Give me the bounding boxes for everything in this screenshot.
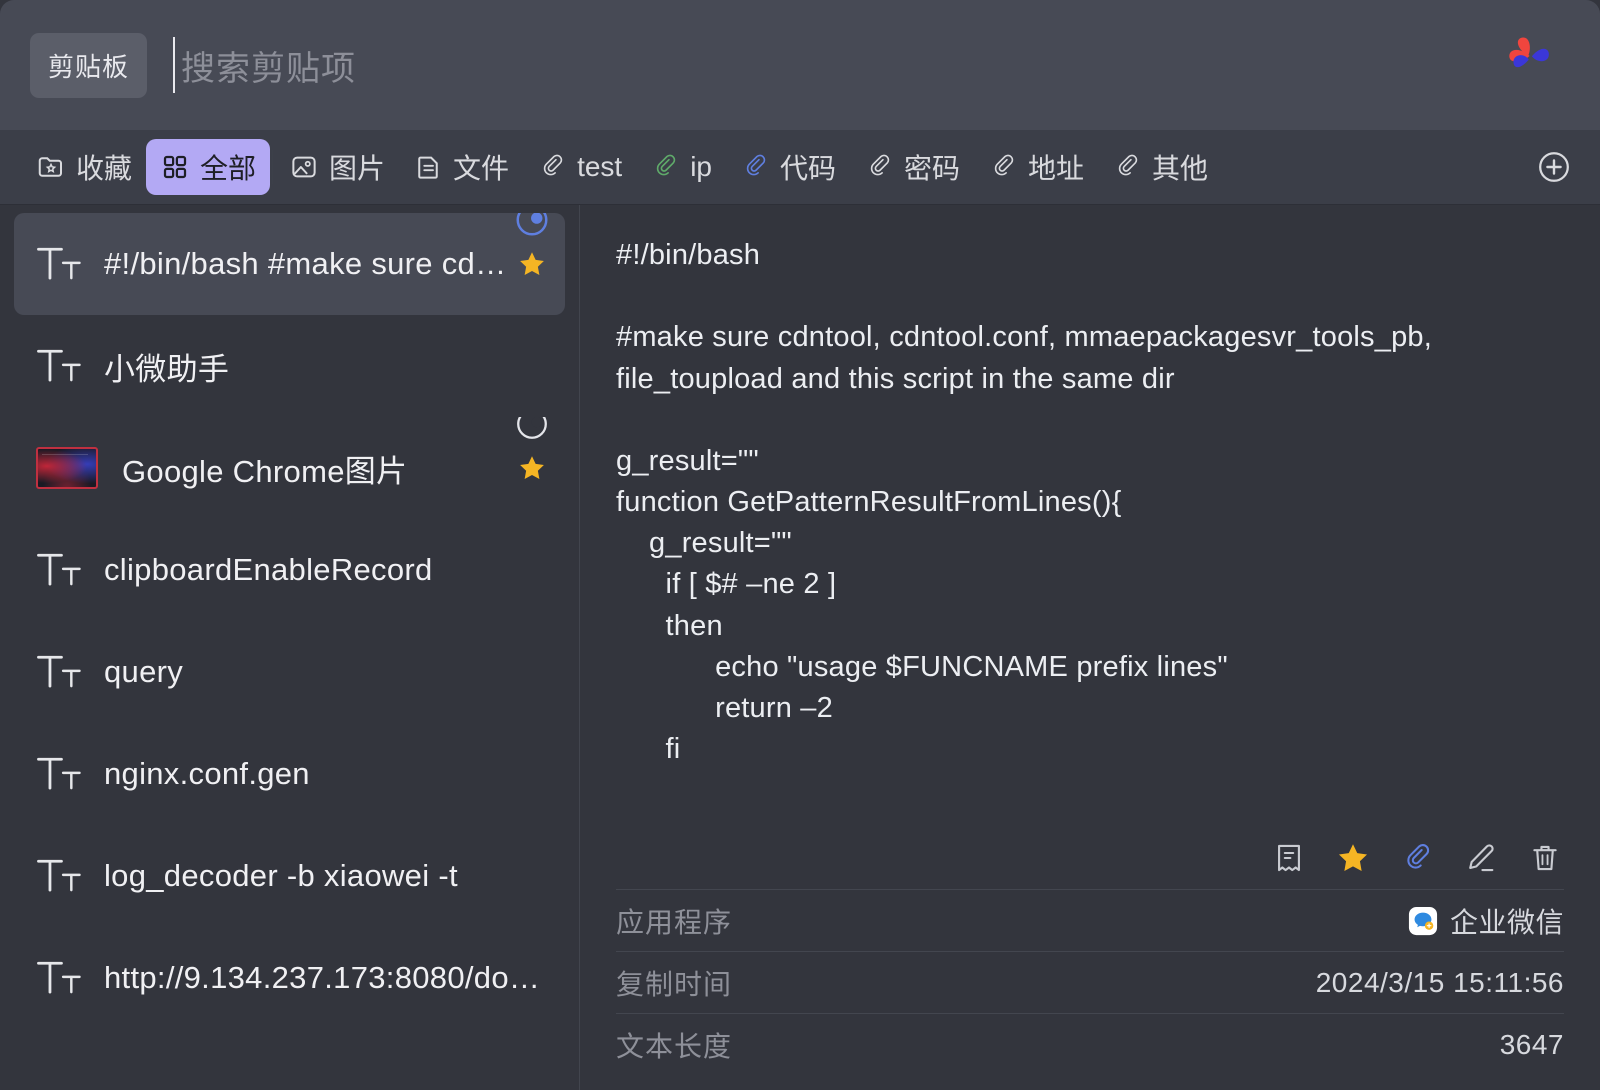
tab-ip[interactable]: ip <box>636 143 726 191</box>
app-badge-icon <box>516 213 548 236</box>
image-icon <box>292 156 316 178</box>
text-type-icon <box>37 758 81 790</box>
text-type-icon <box>37 248 81 280</box>
list-item[interactable]: Google Chrome图片 <box>14 417 565 519</box>
clipboard-badge: 剪贴板 <box>30 32 148 98</box>
wecom-icon <box>1408 906 1438 935</box>
list-item[interactable]: #!/bin/bash #make sure cdntool… <box>14 213 565 315</box>
metadata-key: 复制时间 <box>616 968 733 1000</box>
tab-label: 图片 <box>329 153 386 184</box>
list-item-label: nginx.conf.gen <box>104 756 310 791</box>
metadata-key: 文本长度 <box>616 1031 733 1062</box>
list-item[interactable]: clipboardEnableRecord <box>14 519 565 621</box>
list-item-label: log_decoder -b xiaowei -t <box>104 858 458 893</box>
list-item[interactable]: 小微助手 <box>14 315 565 417</box>
text-type-icon <box>37 860 81 892</box>
plus-circle-icon[interactable] <box>1536 149 1572 185</box>
app-logo-icon <box>1509 37 1549 68</box>
clipboard-content-text[interactable]: #!/bin/bash #make sure cdntool, cdntool.… <box>580 205 1600 827</box>
text-type-icon <box>37 656 81 688</box>
paperclip-icon <box>1118 154 1138 176</box>
metadata-key: 应用程序 <box>616 906 733 938</box>
metadata-row-copy-time: 复制时间 2024/3/15 15:11:56 <box>616 952 1564 1014</box>
search-placeholder: 搜索剪贴项 <box>181 49 357 88</box>
window-header: 剪贴板 搜索剪贴项 <box>0 0 1600 130</box>
grid-icon <box>163 155 187 179</box>
list-item-label: http://9.134.237.173:8080/download <box>104 960 547 995</box>
paperclip-icon <box>657 154 676 176</box>
image-thumbnail <box>36 447 98 489</box>
folder-star-icon <box>38 157 62 177</box>
file-icon <box>418 156 438 179</box>
metadata-value: 2024/3/15 15:11:56 <box>1315 966 1564 998</box>
star-icon[interactable] <box>517 249 547 279</box>
tab-label: 密码 <box>904 153 961 184</box>
list-item[interactable]: nginx.conf.gen <box>14 723 565 825</box>
paperclip-icon <box>746 154 766 176</box>
tab-images[interactable]: 图片 <box>275 139 399 195</box>
tab-label: 其他 <box>1152 153 1209 184</box>
list-item[interactable]: query <box>14 621 565 723</box>
list-item[interactable]: http://9.134.237.173:8080/download <box>14 927 565 1029</box>
tab-label: 代码 <box>780 153 837 184</box>
tab-all[interactable]: 全部 <box>146 139 271 195</box>
trash-icon[interactable] <box>1528 841 1562 875</box>
tab-password[interactable]: 密码 <box>850 139 974 195</box>
tab-divider <box>272 150 274 184</box>
clipboard-manager-window: 剪贴板 搜索剪贴项 收藏 全部 图片 文件 test ip 代码 密码 地址 其… <box>0 0 1600 1090</box>
list-item-label: 小微助手 <box>104 351 230 387</box>
star-icon[interactable] <box>1336 841 1370 875</box>
list-item-label: #!/bin/bash #make sure cdntool… <box>104 246 507 281</box>
tab-label: 地址 <box>1028 153 1085 184</box>
list-item-label: Google Chrome图片 <box>122 453 408 489</box>
list-item[interactable]: log_decoder -b xiaowei -t <box>14 825 565 927</box>
detail-panel: #!/bin/bash #make sure cdntool, cdntool.… <box>580 205 1600 1090</box>
star-icon[interactable] <box>517 453 547 483</box>
metadata-row-application: 应用程序 企业微信 <box>616 890 1564 952</box>
main-body: #!/bin/bash #make sure cdntool… 小微助手 <box>0 205 1600 1090</box>
text-type-icon <box>37 350 81 382</box>
tab-other[interactable]: 其他 <box>1098 139 1222 195</box>
tab-favorites[interactable]: 收藏 <box>22 139 146 195</box>
tab-label: 全部 <box>200 153 257 184</box>
pencil-icon[interactable] <box>1464 841 1498 875</box>
tab-label: test <box>577 151 623 182</box>
app-badge-icon <box>517 417 547 439</box>
tab-address[interactable]: 地址 <box>974 139 1098 195</box>
category-tabbar: 收藏 全部 图片 文件 test ip 代码 密码 地址 其他 <box>0 130 1600 205</box>
tab-label: 文件 <box>453 153 510 184</box>
detail-action-toolbar <box>580 827 1600 889</box>
text-type-icon <box>37 554 81 586</box>
list-item-label: clipboardEnableRecord <box>104 552 433 587</box>
metadata-value-wrap: 企业微信 <box>1408 901 1564 941</box>
paperclip-icon[interactable] <box>1400 841 1434 875</box>
paperclip-icon <box>543 154 563 176</box>
text-type-icon <box>37 962 81 994</box>
metadata-value: 企业微信 <box>1449 906 1564 938</box>
metadata-value: 3647 <box>1499 1029 1564 1060</box>
metadata-section: 应用程序 企业微信 复制时间 2024/3/15 15:11:56 文本长度 3… <box>580 889 1600 1090</box>
tab-label: ip <box>690 151 712 182</box>
tab-test[interactable]: test <box>523 143 636 191</box>
text-caret <box>173 37 176 93</box>
search-field[interactable]: 搜索剪贴项 <box>173 33 1570 97</box>
tab-label: 收藏 <box>76 153 133 184</box>
paperclip-icon <box>870 154 890 176</box>
tab-code[interactable]: 代码 <box>726 139 850 195</box>
clipboard-item-list[interactable]: #!/bin/bash #make sure cdntool… 小微助手 <box>0 205 580 1090</box>
list-item-label: query <box>104 654 184 689</box>
note-icon[interactable] <box>1272 841 1306 875</box>
metadata-row-text-length: 文本长度 3647 <box>616 1014 1564 1076</box>
paperclip-icon <box>994 154 1014 176</box>
tab-files[interactable]: 文件 <box>399 139 523 195</box>
